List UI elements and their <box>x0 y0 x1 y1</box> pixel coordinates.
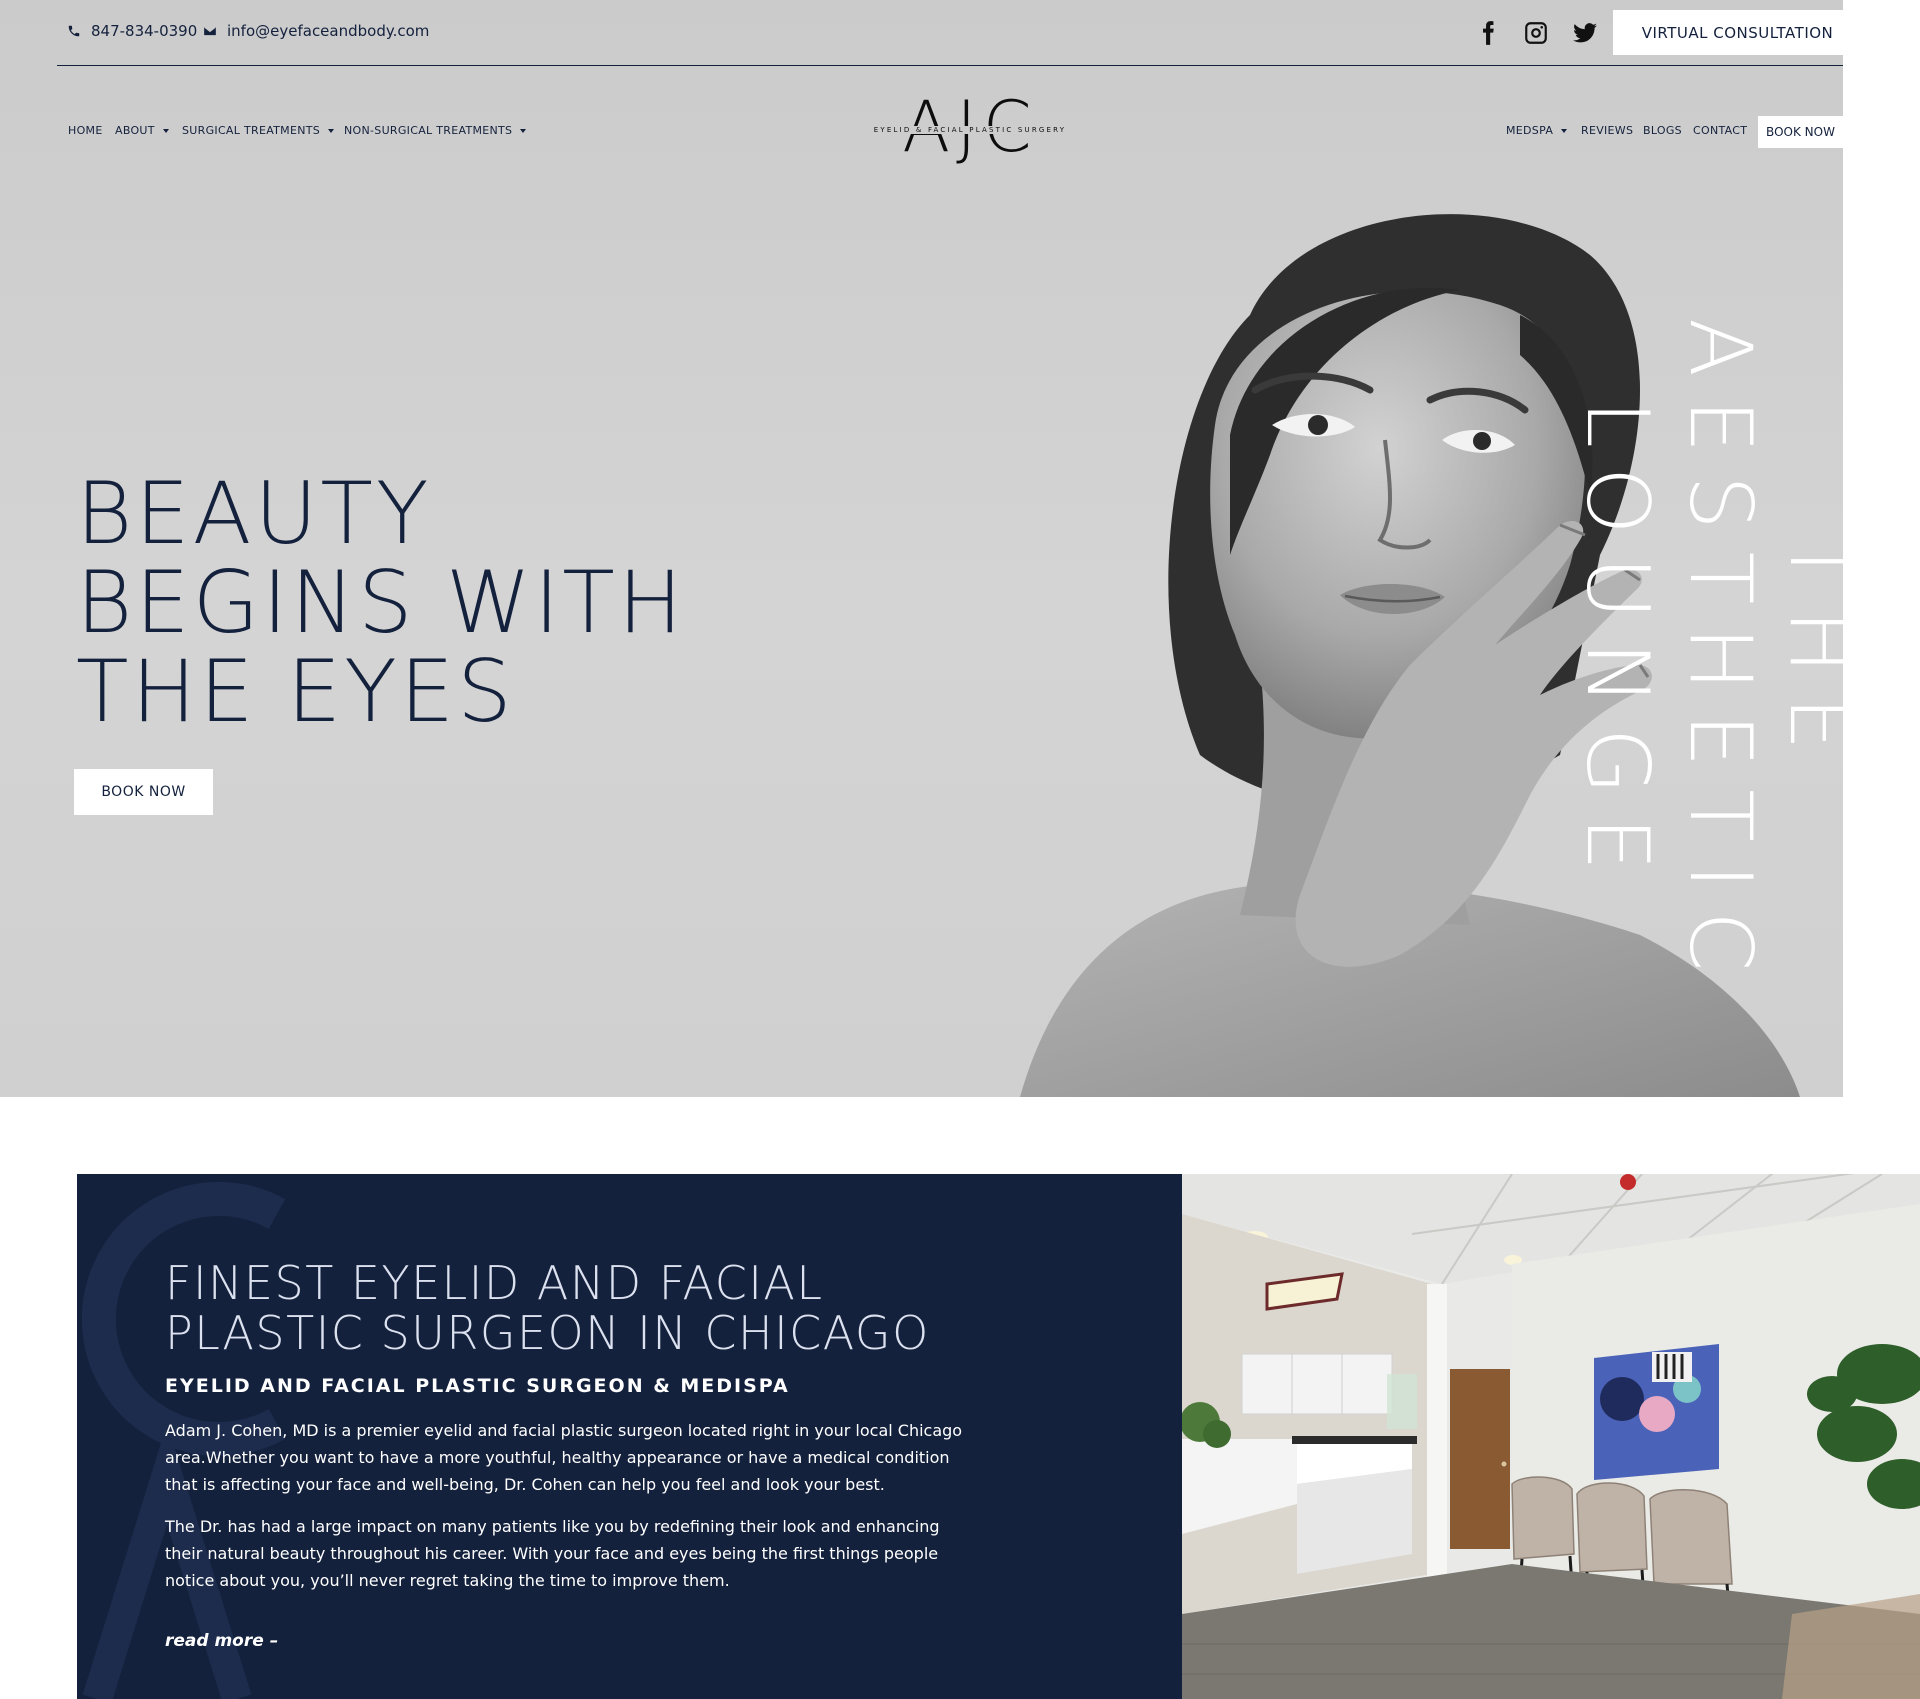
nav-label: NON-SURGICAL TREATMENTS <box>344 124 513 137</box>
virtual-consultation-button[interactable]: VIRTUAL CONSULTATION <box>1613 10 1843 55</box>
nav-home[interactable]: HOME <box>68 124 103 137</box>
hero-headline-line: BEAUTY <box>76 464 432 564</box>
email-link[interactable]: info@eyefaceandbody.com <box>203 22 429 40</box>
about-paragraph-1: Adam J. Cohen, MD is a premier eyelid an… <box>165 1421 963 1494</box>
envelope-icon <box>204 26 216 36</box>
caret-down-icon <box>1561 128 1568 133</box>
hero-headline-line: BEGINS WITH <box>76 553 686 653</box>
top-bar: 847-834-0390 info@eyefaceandbody.com VIR… <box>57 0 1843 66</box>
nav-label: SURGICAL TREATMENTS <box>182 124 321 137</box>
facebook-link[interactable] <box>1475 20 1501 46</box>
caret-down-icon <box>520 128 527 133</box>
twitter-icon <box>1573 23 1597 43</box>
nav-label: ABOUT <box>115 124 155 137</box>
vertical-text-lounge: LOUNGE <box>1567 400 1667 893</box>
logo-subtitle: EYELID & FACIAL PLASTIC SURGERY <box>870 126 1070 134</box>
office-lobby-image <box>1182 1174 1920 1699</box>
nav-label: REVIEWS <box>1581 124 1634 137</box>
hero-headline: BEAUTY BEGINS WITH THE EYES <box>76 470 796 737</box>
nav-reviews[interactable]: REVIEWS <box>1581 124 1633 137</box>
instagram-link[interactable] <box>1523 20 1549 46</box>
caret-down-icon <box>328 128 335 133</box>
phone-number: 847-834-0390 <box>91 22 198 40</box>
facebook-icon <box>1483 21 1494 45</box>
nav-surgical-treatments[interactable]: SURGICAL TREATMENTS <box>182 124 335 137</box>
nav-label: BLOGS <box>1643 124 1682 137</box>
caret-down-icon <box>162 128 169 133</box>
hero-headline-line: THE EYES <box>76 642 515 742</box>
nav-non-surgical-treatments[interactable]: NON-SURGICAL TREATMENTS <box>344 124 527 137</box>
nav-medspa[interactable]: MEDSPA <box>1506 124 1568 137</box>
phone-icon <box>68 25 80 37</box>
logo-subtitle-wrap: EYELID & FACIAL PLASTIC SURGERY <box>870 126 1070 134</box>
twitter-link[interactable] <box>1572 20 1598 46</box>
nav-label: CONTACT <box>1693 124 1748 137</box>
about-section: FINEST EYELID AND FACIAL PLASTIC SURGEON… <box>77 1174 1182 1699</box>
nav-label: MEDSPA <box>1506 124 1554 137</box>
nav-contact[interactable]: CONTACT <box>1693 124 1747 137</box>
about-subtitle: EYELID AND FACIAL PLASTIC SURGEON & MEDI… <box>165 1375 790 1397</box>
about-paragraph-2: The Dr. has had a large impact on many p… <box>165 1517 940 1590</box>
about-title-line: PLASTIC SURGEON IN CHICAGO <box>165 1306 930 1360</box>
nav-blogs[interactable]: BLOGS <box>1643 124 1682 137</box>
read-more-link[interactable]: read more – <box>165 1631 278 1651</box>
nav-label: HOME <box>68 124 103 137</box>
phone-link[interactable]: 847-834-0390 <box>67 22 197 40</box>
vertical-text-aesthetic: AESTHETIC <box>1670 318 1770 994</box>
nav-book-now-button[interactable]: BOOK NOW <box>1758 116 1843 148</box>
vertical-text-the: THE <box>1770 535 1843 773</box>
instagram-icon <box>1525 22 1547 44</box>
email-address: info@eyefaceandbody.com <box>227 22 430 40</box>
about-title-line: FINEST EYELID AND FACIAL <box>165 1256 824 1310</box>
hero-book-now-button[interactable]: BOOK NOW <box>74 769 213 815</box>
ajc-logo[interactable]: AJC EYELID & FACIAL PLASTIC SURGERY <box>870 86 1070 168</box>
hero-section: 847-834-0390 info@eyefaceandbody.com VIR… <box>0 0 1843 1097</box>
about-title: FINEST EYELID AND FACIAL PLASTIC SURGEON… <box>165 1258 1065 1358</box>
nav-about[interactable]: ABOUT <box>115 124 169 137</box>
